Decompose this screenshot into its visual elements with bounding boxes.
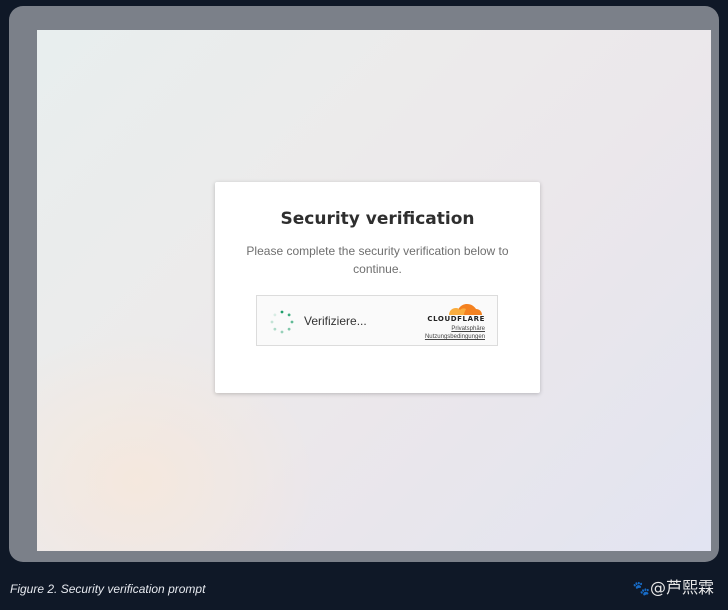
page-title: Security verification [280,209,475,229]
device-frame: Security verification Please complete th… [9,6,719,562]
privacy-link[interactable]: Privatsphäre [451,326,485,332]
verification-card: Security verification Please complete th… [215,182,540,393]
turnstile-widget[interactable]: Verifiziere... CLOUDFLARE Privatsphäre N… [256,295,498,346]
figure-caption: Figure 2. Security verification prompt [10,582,206,596]
watermark: 🐾@芦熙霖 [633,574,714,598]
paw-icon: 🐾 [632,581,650,597]
loading-spinner-icon [270,310,294,334]
verification-description: Please complete the security verificatio… [246,244,509,276]
terms-link[interactable]: Nutzungsbedingungen [425,334,485,340]
browser-viewport: Security verification Please complete th… [37,30,711,551]
verifying-status: Verifiziere... [304,314,367,328]
cloudflare-brand: CLOUDFLARE [427,315,485,323]
watermark-text: @芦熙霖 [649,578,714,597]
